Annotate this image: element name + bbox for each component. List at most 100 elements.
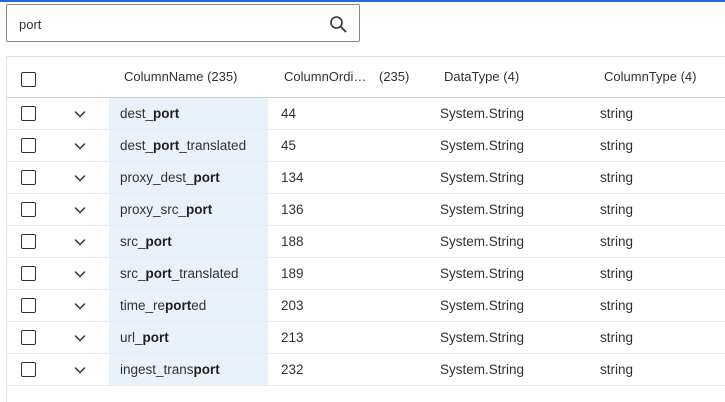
search-box[interactable] (6, 4, 360, 42)
column-type-cell: string (600, 362, 634, 377)
table-row[interactable]: src_port_translated 189 System.String strin… (7, 258, 725, 290)
top-accent-bar (0, 0, 725, 2)
name-match: port (193, 362, 220, 377)
search-icon[interactable] (329, 15, 347, 33)
row-checkbox[interactable] (21, 266, 36, 281)
table-row[interactable]: time_reported 203 System.String string (7, 290, 725, 322)
column-name-cell: src_port_translated (109, 258, 268, 289)
chevron-down-icon[interactable] (73, 331, 87, 345)
column-name-cell: url_port (109, 322, 268, 353)
data-type-cell: System.String (440, 266, 525, 281)
data-type-cell: System.String (440, 138, 525, 153)
column-type-cell: string (600, 330, 634, 345)
column-type-cell: string (600, 138, 634, 153)
row-checkbox[interactable] (21, 330, 36, 345)
column-type-cell: string (600, 298, 634, 313)
column-ordinal-cell: 232 (281, 362, 304, 377)
name-prefix: proxy_src_ (120, 202, 187, 217)
data-type-cell: System.String (440, 202, 525, 217)
name-match: port (186, 202, 213, 217)
chevron-down-icon[interactable] (73, 235, 87, 249)
column-name-cell: time_reported (109, 290, 268, 321)
name-match: port (145, 266, 172, 281)
table-row[interactable]: src_port 188 System.String string (7, 226, 725, 258)
column-name-cell: ingest_transport (109, 354, 268, 385)
name-match: port (142, 330, 169, 345)
table-row[interactable]: dest_port 44 System.String string (7, 98, 725, 130)
column-name-text: src_port_translated (120, 266, 239, 281)
column-ordinal-cell: 44 (281, 106, 297, 121)
column-header-datatype[interactable]: DataType (4) (444, 69, 519, 84)
name-suffix: _translated (171, 266, 239, 281)
column-ordinal-cell: 134 (281, 170, 304, 185)
name-prefix: url_ (120, 330, 143, 345)
column-name-text: url_port (120, 330, 169, 345)
chevron-down-icon[interactable] (73, 139, 87, 153)
name-match: port (165, 298, 192, 313)
chevron-down-icon[interactable] (73, 299, 87, 313)
name-prefix: dest_ (120, 138, 154, 153)
name-suffix: ed (191, 298, 207, 313)
data-type-cell: System.String (440, 298, 525, 313)
name-prefix: src_ (120, 266, 146, 281)
chevron-down-icon[interactable] (73, 107, 87, 121)
column-name-cell: dest_port_translated (109, 130, 268, 161)
row-checkbox[interactable] (21, 138, 36, 153)
column-ordinal-cell: 203 (281, 298, 304, 313)
column-name-cell: proxy_dest_port (109, 162, 268, 193)
column-ordinal-cell: 213 (281, 330, 304, 345)
row-checkbox[interactable] (21, 362, 36, 377)
column-type-cell: string (600, 234, 634, 249)
name-match: port (193, 170, 220, 185)
name-prefix: proxy_dest_ (120, 170, 194, 185)
table-row[interactable]: proxy_dest_port 134 System.String string (7, 162, 725, 194)
chevron-down-icon[interactable] (73, 363, 87, 377)
data-type-cell: System.String (440, 106, 525, 121)
table-row[interactable]: dest_port_translated 45 System.String strin… (7, 130, 725, 162)
column-type-cell: string (600, 106, 634, 121)
column-type-cell: string (600, 266, 634, 281)
column-ordinal-cell: 45 (281, 138, 297, 153)
name-match: port (145, 234, 172, 249)
name-match: port (153, 138, 180, 153)
name-prefix: src_ (120, 234, 146, 249)
column-name-text: ingest_transport (120, 362, 220, 377)
chevron-down-icon[interactable] (73, 171, 87, 185)
table-row[interactable]: url_port 213 System.String string (7, 322, 725, 354)
column-header-columnname[interactable]: ColumnName (235) (124, 69, 237, 84)
name-suffix: _translated (179, 138, 247, 153)
column-ordinal-cell: 136 (281, 202, 304, 217)
data-type-cell: System.String (440, 330, 525, 345)
column-name-text: proxy_src_port (120, 202, 212, 217)
name-match: port (153, 106, 180, 121)
grid-header: ColumnName (235) ColumnOrdi… (235) DataT… (7, 57, 725, 98)
column-ordinal-cell: 188 (281, 234, 304, 249)
column-type-cell: string (600, 202, 634, 217)
column-name-text: time_reported (120, 298, 206, 313)
column-header-columnordinal-count: (235) (379, 69, 410, 84)
chevron-down-icon[interactable] (73, 267, 87, 281)
column-name-cell: src_port (109, 226, 268, 257)
chevron-down-icon[interactable] (73, 203, 87, 217)
row-checkbox[interactable] (21, 106, 36, 121)
search-input[interactable] (19, 13, 319, 35)
column-header-columnordinal[interactable]: ColumnOrdi… (284, 69, 366, 84)
column-name-text: proxy_dest_port (120, 170, 220, 185)
name-prefix: ingest_trans (120, 362, 194, 377)
column-name-text: src_port (120, 234, 172, 249)
data-type-cell: System.String (440, 170, 525, 185)
column-header-columntype[interactable]: ColumnType (4) (604, 69, 696, 84)
row-checkbox[interactable] (21, 170, 36, 185)
select-all-checkbox[interactable] (21, 72, 36, 87)
column-ordinal-cell: 189 (281, 266, 304, 281)
column-name-text: dest_port_translated (120, 138, 246, 153)
column-name-text: dest_port (120, 106, 179, 121)
table-row[interactable]: proxy_src_port 136 System.String string (7, 194, 725, 226)
column-type-cell: string (600, 170, 634, 185)
row-checkbox[interactable] (21, 234, 36, 249)
column-name-cell: proxy_src_port (109, 194, 268, 225)
column-name-cell: dest_port (109, 98, 268, 129)
row-checkbox[interactable] (21, 298, 36, 313)
row-checkbox[interactable] (21, 202, 36, 217)
table-row[interactable]: ingest_transport 232 System.String string (7, 354, 725, 386)
